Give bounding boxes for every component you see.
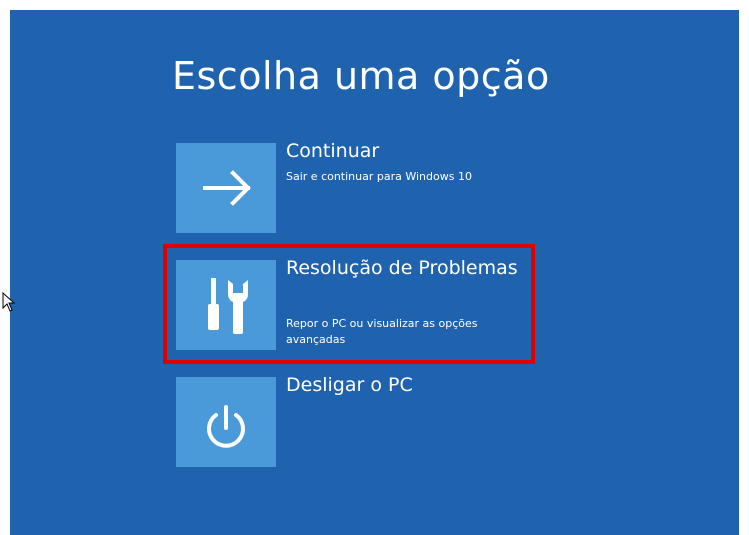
option-label: Desligar o PC [286,374,413,396]
option-label: Continuar [286,140,380,162]
page-title: Escolha uma opção [172,54,550,98]
option-label: Resolução de Problemas [286,257,518,279]
option-description: Repor o PC ou visualizar as opções avanç… [286,317,478,346]
option-tile[interactable] [176,143,276,233]
option-tile[interactable] [176,260,276,350]
arrow-right-icon [203,170,251,206]
option-troubleshoot[interactable]: Resolução de Problemas Repor o PC ou vis… [176,257,546,352]
option-description: Sair e continuar para Windows 10 [286,170,472,183]
option-tile[interactable] [176,377,276,467]
option-continue[interactable]: Continuar Sair e continuar para Windows … [176,140,546,235]
tools-icon [208,278,248,334]
recovery-screen: Escolha uma opção Continuar Sair e conti… [10,10,739,535]
power-icon [207,405,245,448]
option-shutdown[interactable]: Desligar o PC [176,374,546,469]
mouse-pointer-icon [2,292,16,312]
